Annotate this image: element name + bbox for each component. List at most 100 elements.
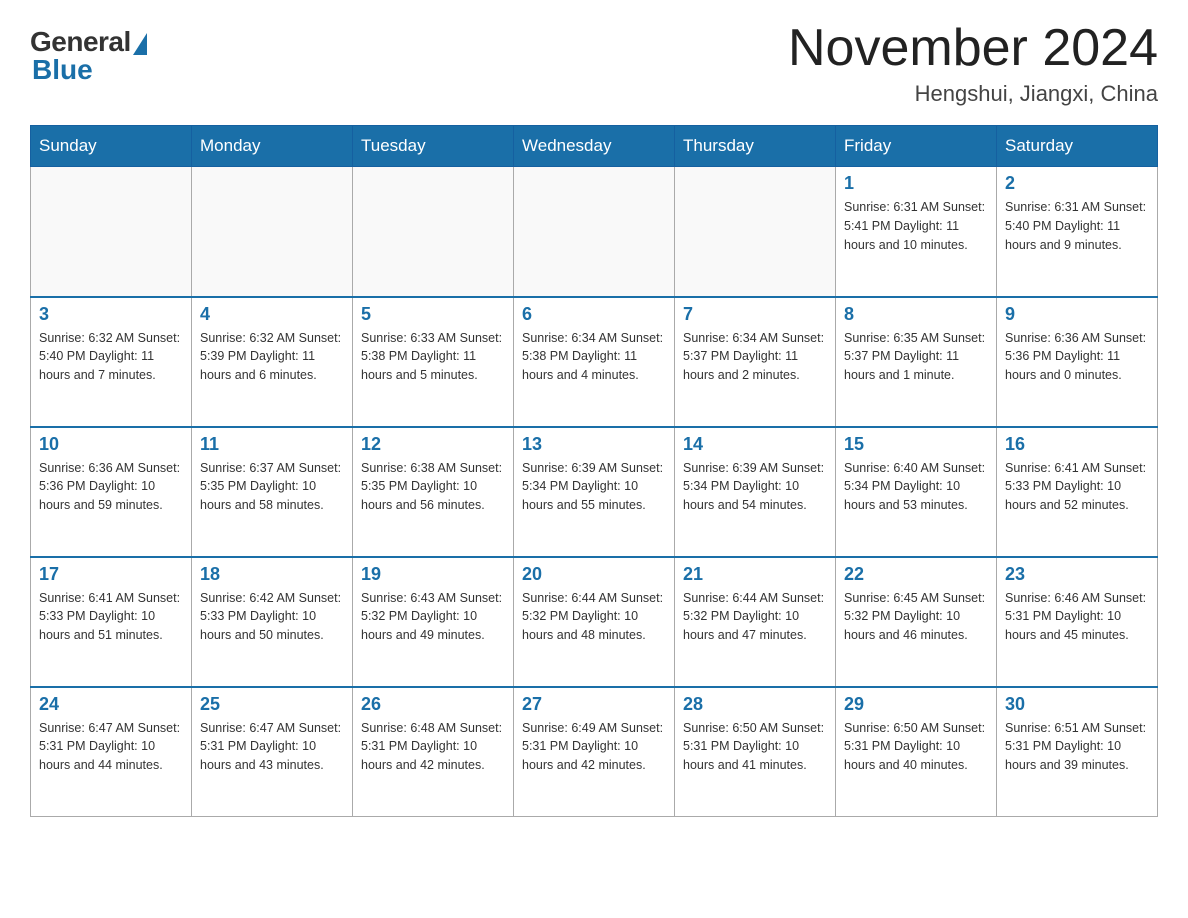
day-number: 6 <box>522 304 666 325</box>
day-cell: 23 Sunrise: 6:46 AM Sunset: 5:31 PM Dayli… <box>997 557 1158 687</box>
day-cell: 3Sunrise: 6:32 AM Sunset: 5:40 PM Daylig… <box>31 297 192 427</box>
day-number: 19 <box>361 564 505 585</box>
day-cell: 29 Sunrise: 6:50 AM Sunset: 5:31 PM Dayli… <box>836 687 997 817</box>
day-info: Sunrise: 6:45 AM Sunset: 5:32 PM Dayligh… <box>844 589 988 645</box>
day-number: 1 <box>844 173 988 194</box>
week-row-4: 17 Sunrise: 6:41 AM Sunset: 5:33 PM Dayli… <box>31 557 1158 687</box>
day-number: 20 <box>522 564 666 585</box>
day-number: 26 <box>361 694 505 715</box>
day-info: Sunrise: 6:41 AM Sunset: 5:33 PM Dayligh… <box>1005 459 1149 515</box>
day-info: Sunrise: 6:31 AM Sunset: 5:40 PM Dayligh… <box>1005 198 1149 254</box>
day-cell: 20 Sunrise: 6:44 AM Sunset: 5:32 PM Dayli… <box>514 557 675 687</box>
day-number: 5 <box>361 304 505 325</box>
day-number: 22 <box>844 564 988 585</box>
day-info: Sunrise: 6:37 AM Sunset: 5:35 PM Dayligh… <box>200 459 344 515</box>
day-cell: 14 Sunrise: 6:39 AM Sunset: 5:34 PM Dayli… <box>675 427 836 557</box>
day-number: 4 <box>200 304 344 325</box>
day-number: 29 <box>844 694 988 715</box>
day-cell: 22 Sunrise: 6:45 AM Sunset: 5:32 PM Dayli… <box>836 557 997 687</box>
day-cell: 13 Sunrise: 6:39 AM Sunset: 5:34 PM Dayli… <box>514 427 675 557</box>
weekday-header-saturday: Saturday <box>997 126 1158 167</box>
day-number: 18 <box>200 564 344 585</box>
day-cell: 17 Sunrise: 6:41 AM Sunset: 5:33 PM Dayli… <box>31 557 192 687</box>
weekday-header-sunday: Sunday <box>31 126 192 167</box>
day-info: Sunrise: 6:51 AM Sunset: 5:31 PM Dayligh… <box>1005 719 1149 775</box>
day-info: Sunrise: 6:43 AM Sunset: 5:32 PM Dayligh… <box>361 589 505 645</box>
day-number: 27 <box>522 694 666 715</box>
day-cell: 15 Sunrise: 6:40 AM Sunset: 5:34 PM Dayli… <box>836 427 997 557</box>
day-cell <box>675 167 836 297</box>
week-row-5: 24 Sunrise: 6:47 AM Sunset: 5:31 PM Dayli… <box>31 687 1158 817</box>
day-cell: 21 Sunrise: 6:44 AM Sunset: 5:32 PM Dayli… <box>675 557 836 687</box>
day-info: Sunrise: 6:39 AM Sunset: 5:34 PM Dayligh… <box>522 459 666 515</box>
day-info: Sunrise: 6:50 AM Sunset: 5:31 PM Dayligh… <box>844 719 988 775</box>
day-number: 12 <box>361 434 505 455</box>
week-row-1: 1 Sunrise: 6:31 AM Sunset: 5:41 PM Daylig… <box>31 167 1158 297</box>
weekday-header-thursday: Thursday <box>675 126 836 167</box>
day-info: Sunrise: 6:38 AM Sunset: 5:35 PM Dayligh… <box>361 459 505 515</box>
weekday-header-friday: Friday <box>836 126 997 167</box>
day-cell: 11Sunrise: 6:37 AM Sunset: 5:35 PM Dayli… <box>192 427 353 557</box>
day-cell: 5Sunrise: 6:33 AM Sunset: 5:38 PM Daylig… <box>353 297 514 427</box>
month-title: November 2024 <box>788 20 1158 77</box>
day-info: Sunrise: 6:41 AM Sunset: 5:33 PM Dayligh… <box>39 589 183 645</box>
day-info: Sunrise: 6:49 AM Sunset: 5:31 PM Dayligh… <box>522 719 666 775</box>
day-info: Sunrise: 6:39 AM Sunset: 5:34 PM Dayligh… <box>683 459 827 515</box>
day-number: 14 <box>683 434 827 455</box>
day-info: Sunrise: 6:34 AM Sunset: 5:37 PM Dayligh… <box>683 329 827 385</box>
weekday-header-monday: Monday <box>192 126 353 167</box>
day-cell <box>514 167 675 297</box>
day-number: 21 <box>683 564 827 585</box>
day-number: 24 <box>39 694 183 715</box>
day-cell: 7 Sunrise: 6:34 AM Sunset: 5:37 PM Daylig… <box>675 297 836 427</box>
day-cell: 18Sunrise: 6:42 AM Sunset: 5:33 PM Dayli… <box>192 557 353 687</box>
day-number: 2 <box>1005 173 1149 194</box>
day-info: Sunrise: 6:40 AM Sunset: 5:34 PM Dayligh… <box>844 459 988 515</box>
day-cell: 1 Sunrise: 6:31 AM Sunset: 5:41 PM Daylig… <box>836 167 997 297</box>
day-number: 13 <box>522 434 666 455</box>
day-cell <box>192 167 353 297</box>
day-number: 17 <box>39 564 183 585</box>
logo-triangle-icon <box>133 33 147 55</box>
day-info: Sunrise: 6:47 AM Sunset: 5:31 PM Dayligh… <box>200 719 344 775</box>
day-cell: 26 Sunrise: 6:48 AM Sunset: 5:31 PM Dayli… <box>353 687 514 817</box>
day-cell: 12 Sunrise: 6:38 AM Sunset: 5:35 PM Dayli… <box>353 427 514 557</box>
day-info: Sunrise: 6:44 AM Sunset: 5:32 PM Dayligh… <box>522 589 666 645</box>
day-cell: 30 Sunrise: 6:51 AM Sunset: 5:31 PM Dayli… <box>997 687 1158 817</box>
day-number: 30 <box>1005 694 1149 715</box>
day-cell: 28 Sunrise: 6:50 AM Sunset: 5:31 PM Dayli… <box>675 687 836 817</box>
day-number: 7 <box>683 304 827 325</box>
day-info: Sunrise: 6:46 AM Sunset: 5:31 PM Dayligh… <box>1005 589 1149 645</box>
day-number: 23 <box>1005 564 1149 585</box>
day-info: Sunrise: 6:48 AM Sunset: 5:31 PM Dayligh… <box>361 719 505 775</box>
day-cell: 19 Sunrise: 6:43 AM Sunset: 5:32 PM Dayli… <box>353 557 514 687</box>
day-cell: 9 Sunrise: 6:36 AM Sunset: 5:36 PM Daylig… <box>997 297 1158 427</box>
day-cell: 16Sunrise: 6:41 AM Sunset: 5:33 PM Dayli… <box>997 427 1158 557</box>
day-info: Sunrise: 6:36 AM Sunset: 5:36 PM Dayligh… <box>1005 329 1149 385</box>
day-info: Sunrise: 6:32 AM Sunset: 5:40 PM Dayligh… <box>39 329 183 385</box>
day-number: 15 <box>844 434 988 455</box>
day-info: Sunrise: 6:50 AM Sunset: 5:31 PM Dayligh… <box>683 719 827 775</box>
day-cell <box>353 167 514 297</box>
weekday-header-wednesday: Wednesday <box>514 126 675 167</box>
logo-blue-text: Blue <box>32 54 93 86</box>
weekday-header-row: SundayMondayTuesdayWednesdayThursdayFrid… <box>31 126 1158 167</box>
weekday-header-tuesday: Tuesday <box>353 126 514 167</box>
day-info: Sunrise: 6:35 AM Sunset: 5:37 PM Dayligh… <box>844 329 988 385</box>
logo: General Blue <box>30 20 147 86</box>
day-number: 9 <box>1005 304 1149 325</box>
day-info: Sunrise: 6:31 AM Sunset: 5:41 PM Dayligh… <box>844 198 988 254</box>
location: Hengshui, Jiangxi, China <box>788 81 1158 107</box>
day-info: Sunrise: 6:32 AM Sunset: 5:39 PM Dayligh… <box>200 329 344 385</box>
day-info: Sunrise: 6:44 AM Sunset: 5:32 PM Dayligh… <box>683 589 827 645</box>
day-number: 25 <box>200 694 344 715</box>
day-cell: 8Sunrise: 6:35 AM Sunset: 5:37 PM Daylig… <box>836 297 997 427</box>
day-number: 28 <box>683 694 827 715</box>
day-cell: 6 Sunrise: 6:34 AM Sunset: 5:38 PM Daylig… <box>514 297 675 427</box>
day-info: Sunrise: 6:34 AM Sunset: 5:38 PM Dayligh… <box>522 329 666 385</box>
day-cell: 25 Sunrise: 6:47 AM Sunset: 5:31 PM Dayli… <box>192 687 353 817</box>
day-cell: 10Sunrise: 6:36 AM Sunset: 5:36 PM Dayli… <box>31 427 192 557</box>
week-row-2: 3Sunrise: 6:32 AM Sunset: 5:40 PM Daylig… <box>31 297 1158 427</box>
day-cell: 24Sunrise: 6:47 AM Sunset: 5:31 PM Dayli… <box>31 687 192 817</box>
title-area: November 2024 Hengshui, Jiangxi, China <box>788 20 1158 107</box>
